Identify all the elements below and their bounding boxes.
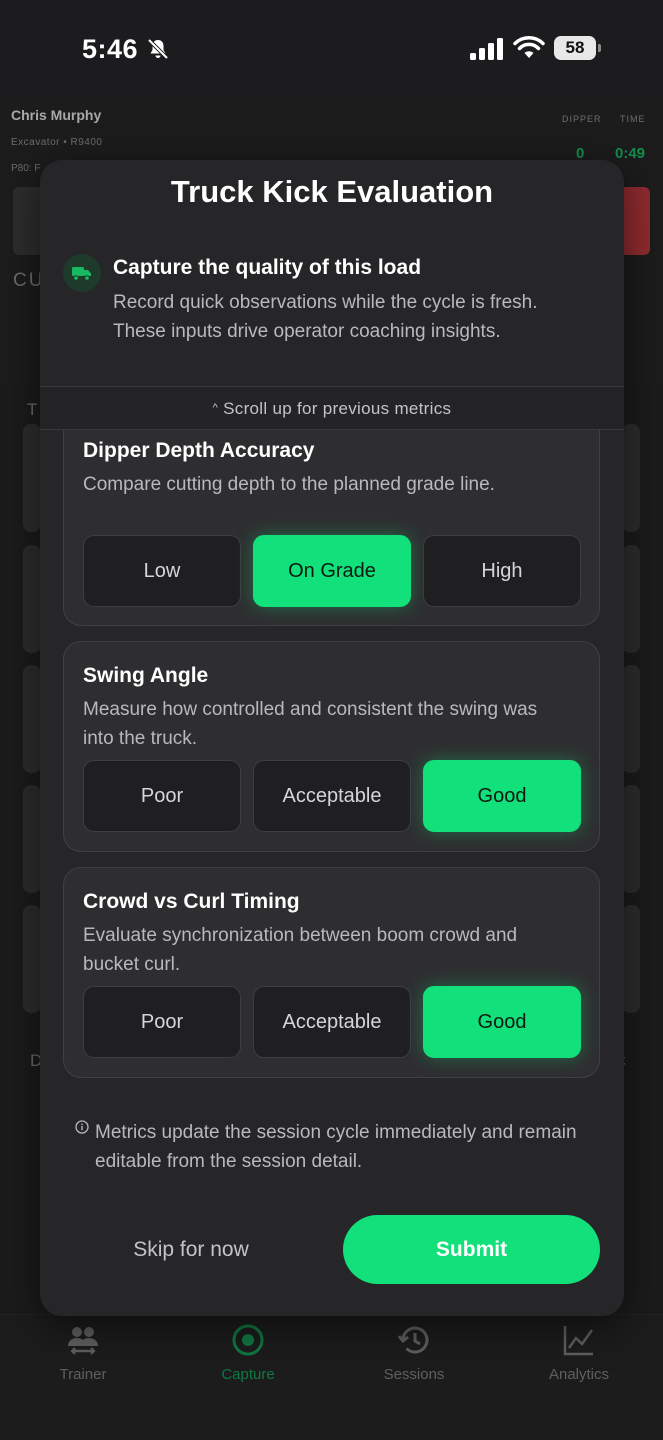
option-good[interactable]: Good — [423, 986, 581, 1058]
option-acceptable[interactable]: Acceptable — [253, 986, 411, 1058]
metric-title: Dipper Depth Accuracy — [83, 439, 315, 462]
metrics-scroll-area[interactable]: Dipper Depth Accuracy Compare cutting de… — [40, 430, 624, 1086]
info-note: Metrics update the session cycle immedia… — [95, 1122, 577, 1172]
intro-title: Capture the quality of this load — [113, 256, 422, 279]
battery-icon: 58 — [554, 36, 602, 60]
wifi-icon — [513, 36, 545, 58]
scroll-hint-label: Scroll up for previous metrics — [223, 399, 452, 418]
metric-card-swing-angle: Swing Angle Measure how controlled and c… — [63, 641, 600, 852]
cellular-signal-icon — [470, 38, 503, 60]
metric-card-dipper-depth: Dipper Depth Accuracy Compare cutting de… — [63, 430, 600, 626]
metric-description: Evaluate synchronization between boom cr… — [83, 925, 518, 975]
option-low[interactable]: Low — [83, 535, 241, 607]
metric-description: Measure how controlled and consistent th… — [83, 699, 538, 749]
battery-tip — [598, 44, 601, 52]
intro-badge — [63, 254, 101, 292]
option-poor[interactable]: Poor — [83, 760, 241, 832]
option-poor[interactable]: Poor — [83, 986, 241, 1058]
metric-title: Crowd vs Curl Timing — [83, 890, 300, 913]
metric-description: Compare cutting depth to the planned gra… — [83, 474, 495, 495]
option-acceptable[interactable]: Acceptable — [253, 760, 411, 832]
option-good[interactable]: Good — [423, 760, 581, 832]
evaluation-modal: Truck Kick Evaluation Capture the qualit… — [40, 160, 624, 1316]
chevron-up-icon: ^ — [212, 402, 219, 414]
bell-muted-icon — [147, 38, 169, 60]
modal-title: Truck Kick Evaluation — [170, 174, 494, 209]
metric-card-crowd-curl-timing: Crowd vs Curl Timing Evaluate synchroniz… — [63, 867, 600, 1078]
skip-button[interactable]: Skip for now — [100, 1220, 282, 1280]
status-bar: 5:46 58 — [0, 0, 663, 94]
metric-title: Swing Angle — [83, 664, 209, 687]
app-screen: 5:46 58 Chris Murphy Excavator • R9400 P… — [0, 0, 663, 1440]
option-on-grade[interactable]: On Grade — [253, 535, 411, 607]
intro-description: Record quick observations while the cycl… — [113, 292, 538, 342]
submit-button[interactable]: Submit — [343, 1215, 600, 1284]
truck-icon — [72, 267, 91, 281]
option-high[interactable]: High — [423, 535, 581, 607]
status-time: 5:46 — [82, 34, 139, 64]
scroll-up-hint[interactable]: ^ Scroll up for previous metrics — [40, 386, 624, 430]
info-icon — [75, 1120, 89, 1134]
battery-level: 58 — [554, 36, 596, 60]
